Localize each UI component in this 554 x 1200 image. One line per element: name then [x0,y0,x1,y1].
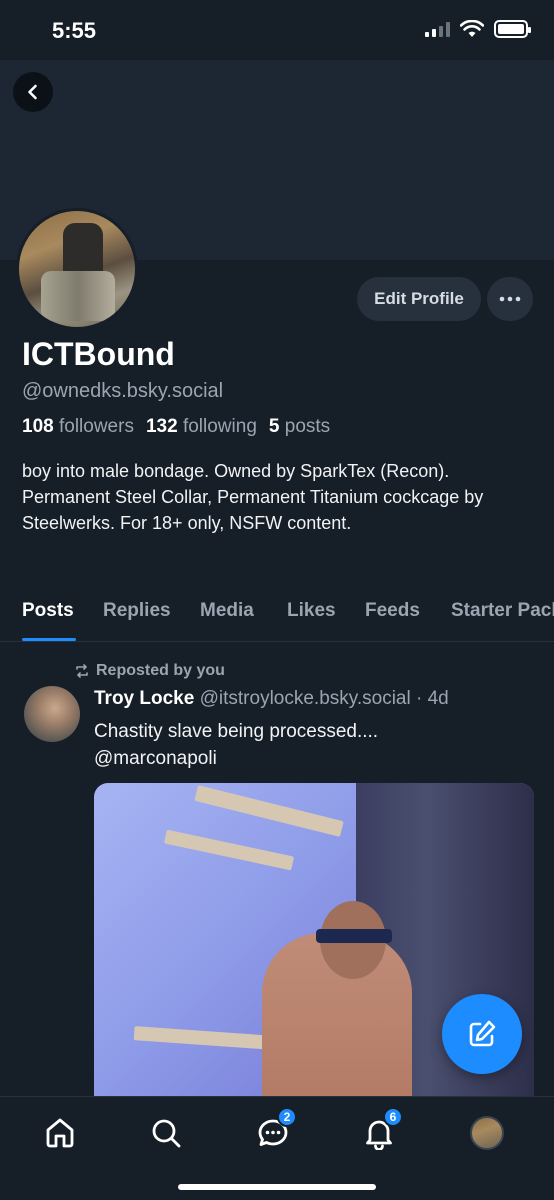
ellipsis-icon [499,296,521,302]
chat-badge: 2 [277,1107,297,1127]
profile-tabs: Posts Replies Media Likes Feeds Starter … [0,594,554,642]
nav-notifications[interactable]: 6 [359,1107,403,1153]
post-author-name[interactable]: Troy Locke [94,688,194,709]
status-icons [425,20,531,38]
back-button[interactable] [13,72,53,112]
compose-button[interactable] [442,994,522,1074]
cellular-signal-icon [425,21,450,37]
post-time: · 4d [416,688,449,709]
active-tab-indicator [22,638,76,641]
repost-icon [76,664,88,678]
more-options-button[interactable] [487,277,533,321]
home-icon [46,1118,74,1148]
posts-stat: 5 posts [268,416,331,437]
tab-posts[interactable]: Posts [22,600,74,622]
post-header: Troy Locke @itstroylocke.bsky.social · 4… [94,688,449,710]
nav-search[interactable] [146,1113,186,1153]
display-name: ICTBound [22,336,175,372]
tab-starter-packs[interactable]: Starter Packs [451,600,554,622]
chevron-left-icon [28,84,37,100]
profile-handle: @ownedks.bsky.social [22,380,224,402]
home-indicator [178,1184,376,1190]
post-author-avatar[interactable] [24,686,80,742]
profile-stats: 108 followers 132 following 5 posts [22,416,330,438]
followers-stat[interactable]: 108 followers [22,416,134,438]
status-time: 5:55 [52,18,97,43]
mention-link[interactable]: @marconapoli [94,745,534,772]
nav-home[interactable] [40,1113,80,1153]
search-icon [152,1119,181,1148]
notifications-badge: 6 [383,1107,403,1127]
tab-likes[interactable]: Likes [287,600,336,622]
post-author-handle[interactable]: @itstroylocke.bsky.social [200,688,411,709]
tab-replies[interactable]: Replies [103,600,171,622]
wifi-icon [460,20,484,37]
status-bar: 5:55 [0,0,554,60]
tab-feeds[interactable]: Feeds [365,600,420,622]
nav-profile[interactable] [467,1113,507,1153]
repost-label[interactable]: Reposted by you [74,662,225,680]
edit-profile-button[interactable]: Edit Profile [357,277,481,321]
profile-bio: boy into male bondage. Owned by SparkTex… [22,461,484,533]
profile-avatar[interactable] [16,208,138,330]
profile-avatar-small [470,1116,504,1150]
nav-chat[interactable]: 2 [253,1107,297,1153]
tab-media[interactable]: Media [200,600,254,622]
following-stat[interactable]: 132 following [146,416,257,438]
battery-icon [494,20,531,38]
compose-icon [469,1020,496,1047]
post-text: Chastity slave being processed.... @marc… [94,718,534,772]
